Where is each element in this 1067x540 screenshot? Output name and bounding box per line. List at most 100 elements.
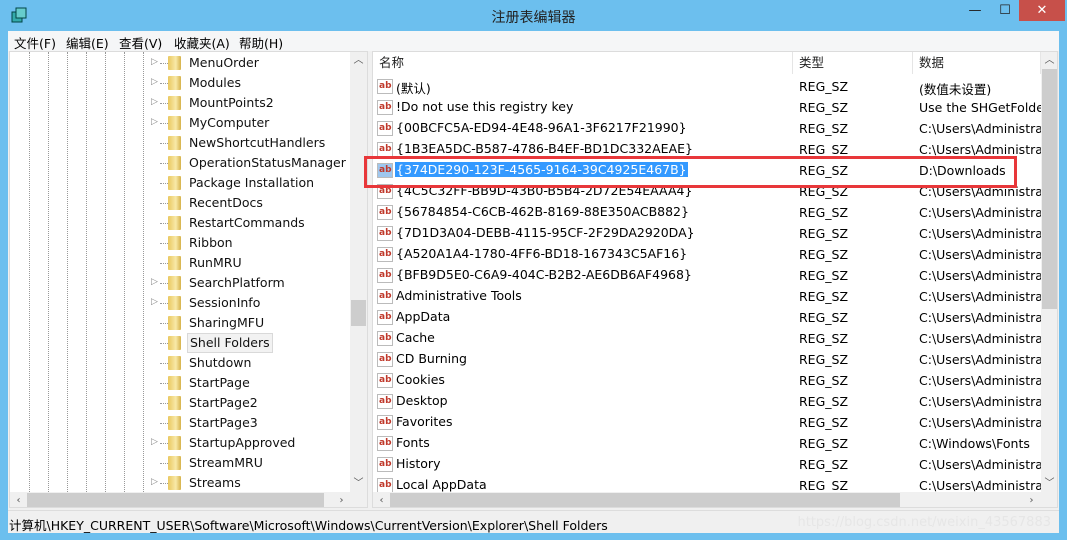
value-name: CD Burning <box>396 351 467 366</box>
column-header[interactable]: 类型 <box>793 52 913 74</box>
expand-arrow-icon[interactable]: ▷ <box>151 477 158 487</box>
tree-item[interactable]: ▷ MyComputer <box>10 113 350 133</box>
tree-item[interactable]: Shell Folders <box>10 333 350 353</box>
tree-vertical-scrollbar[interactable]: ︿ ﹀ <box>350 52 367 492</box>
tree-item[interactable]: ▷ MenuOrder <box>10 53 350 73</box>
tree-item[interactable]: RecentDocs <box>10 193 350 213</box>
table-row[interactable]: ab {A520A1A4-1780-4FF6-BD18-167343C5AF16}… <box>373 244 1041 265</box>
string-value-icon: ab <box>377 310 393 325</box>
table-row[interactable]: ab Fonts REG_SZ C:\Windows\Fonts <box>373 433 1041 454</box>
close-button[interactable]: ✕ <box>1019 0 1065 21</box>
table-row[interactable]: abDesktop REG_SZ C:\Users\Administrator <box>373 391 1041 412</box>
watermark: https://blog.csdn.net/weixin_43567883 <box>797 515 1051 530</box>
menu-3[interactable]: 收藏夹(A) <box>174 33 230 52</box>
table-row[interactable]: ab (默认) REG_SZ (数值未设置) <box>373 76 1041 97</box>
tree-item[interactable]: Shutdown <box>10 353 350 373</box>
value-name: {00BCFC5A-ED94-4E48-96A1-3F6217F21990} <box>396 120 687 135</box>
value-type: REG_SZ <box>799 352 849 367</box>
table-row[interactable]: abHistory REG_SZ C:\Users\Administrator <box>373 454 1041 475</box>
table-row[interactable]: abAppData REG_SZ C:\Users\Administrator <box>373 307 1041 328</box>
list-horizontal-scrollbar[interactable]: ‹ › <box>373 492 1057 507</box>
value-data: C:\Users\Administrator <box>919 352 1041 367</box>
scroll-right-icon[interactable]: › <box>1023 492 1040 507</box>
tree-item[interactable]: RestartCommands <box>10 213 350 233</box>
string-value-icon: ab <box>377 121 393 136</box>
tree-item[interactable]: Ribbon <box>10 233 350 253</box>
list-vertical-scrollbar[interactable]: ︿ ﹀ <box>1041 52 1057 492</box>
tree-item[interactable]: StartPage <box>10 373 350 393</box>
table-row[interactable]: abFavorites REG_SZ C:\Users\Administrator <box>373 412 1041 433</box>
scroll-thumb[interactable] <box>27 493 324 507</box>
tree-item[interactable]: SharingMFU <box>10 313 350 333</box>
scroll-up-icon[interactable]: ︿ <box>350 52 367 69</box>
tree-item[interactable]: OperationStatusManager <box>10 153 350 173</box>
value-data: C:\Users\Administrator <box>919 394 1041 409</box>
expand-arrow-icon[interactable]: ▷ <box>151 117 158 127</box>
tree-connector <box>160 303 168 304</box>
expand-arrow-icon[interactable]: ▷ <box>151 437 158 447</box>
tree-item[interactable]: ▷ Modules <box>10 73 350 93</box>
tree-item[interactable]: RunMRU <box>10 253 350 273</box>
tree-item[interactable]: StartPage3 <box>10 413 350 433</box>
table-row[interactable]: ab {BFB9D5E0-C6A9-404C-B2B2-AE6DB6AF4968}… <box>373 265 1041 286</box>
scroll-thumb[interactable] <box>351 300 366 326</box>
scroll-down-icon[interactable]: ﹀ <box>350 475 367 492</box>
tree-item[interactable]: ▷ Streams <box>10 473 350 493</box>
tree-connector <box>160 143 168 144</box>
scroll-left-icon[interactable]: ‹ <box>373 492 390 507</box>
registry-tree[interactable]: ▷ MenuOrder ▷ Modules ▷ MountPoints2 ▷ MyComput… <box>9 51 368 508</box>
tree-item[interactable]: ▷ SearchPlatform <box>10 273 350 293</box>
menu-2[interactable]: 查看(V) <box>119 33 162 52</box>
minimize-button[interactable]: — <box>960 0 990 21</box>
menu-1[interactable]: 编辑(E) <box>66 33 109 52</box>
table-row[interactable]: ab Administrative Tools REG_SZ C:\Users\Adm… <box>373 286 1041 307</box>
tree-item[interactable]: StartPage2 <box>10 393 350 413</box>
tree-item[interactable]: StreamMRU <box>10 453 350 473</box>
tree-item-label: StreamMRU <box>189 455 263 470</box>
tree-item[interactable]: ▷ SessionInfo <box>10 293 350 313</box>
table-row[interactable]: abCookies REG_SZ C:\Users\Administrator <box>373 370 1041 391</box>
menu-0[interactable]: 文件(F) <box>14 33 56 52</box>
table-row[interactable]: abCD Burning REG_SZ C:\Users\Administrator <box>373 349 1041 370</box>
string-value-icon: ab <box>377 268 393 283</box>
tree-item[interactable]: ▷ StartupApproved <box>10 433 350 453</box>
scroll-thumb[interactable] <box>1042 69 1057 309</box>
value-type: REG_SZ <box>799 79 849 94</box>
tree-connector <box>160 383 168 384</box>
folder-icon <box>168 236 181 250</box>
scroll-right-icon[interactable]: › <box>333 492 350 507</box>
expand-arrow-icon[interactable]: ▷ <box>151 97 158 107</box>
scroll-thumb[interactable] <box>390 493 900 507</box>
table-row[interactable]: ab {56784854-C6CB-462B-8169-88E350ACB882}… <box>373 202 1041 223</box>
column-header[interactable]: 名称 <box>373 52 793 74</box>
tree-connector <box>160 83 168 84</box>
value-name: {A520A1A4-1780-4FF6-BD18-167343C5AF16} <box>396 246 688 261</box>
folder-icon <box>168 116 181 130</box>
expand-arrow-icon[interactable]: ▷ <box>151 57 158 67</box>
tree-item[interactable]: NewShortcutHandlers <box>10 133 350 153</box>
table-row[interactable]: abCache REG_SZ C:\Users\Administrator <box>373 328 1041 349</box>
scroll-up-icon[interactable]: ︿ <box>1041 52 1057 69</box>
menu-4[interactable]: 帮助(H) <box>239 33 283 52</box>
folder-icon <box>168 156 181 170</box>
value-data: C:\Users\Administrator <box>919 289 1041 304</box>
expand-arrow-icon[interactable]: ▷ <box>151 277 158 287</box>
expand-arrow-icon[interactable]: ▷ <box>151 77 158 87</box>
table-row[interactable]: ab !Do not use this registry key REG_SZ Use… <box>373 97 1041 118</box>
expand-arrow-icon[interactable]: ▷ <box>151 297 158 307</box>
values-list[interactable]: 名称 类型 数据 ab (默认) REG_SZ (数值未设置) ab !Do not use t… <box>372 51 1058 508</box>
folder-icon <box>168 416 181 430</box>
table-row[interactable]: ab {00BCFC5A-ED94-4E48-96A1-3F6217F21990}… <box>373 118 1041 139</box>
tree-item[interactable]: Package Installation <box>10 173 350 193</box>
tree-horizontal-scrollbar[interactable]: ‹ › <box>10 492 367 507</box>
folder-icon <box>168 356 181 370</box>
maximize-button[interactable]: ☐ <box>990 0 1020 21</box>
tree-item-label: SessionInfo <box>189 295 261 310</box>
scroll-left-icon[interactable]: ‹ <box>10 492 27 507</box>
tree-connector <box>160 163 168 164</box>
scroll-down-icon[interactable]: ﹀ <box>1041 475 1057 492</box>
folder-icon <box>168 316 181 330</box>
column-header[interactable]: 数据 <box>913 52 1041 74</box>
table-row[interactable]: ab {7D1D3A04-DEBB-4115-95CF-2F29DA2920DA}… <box>373 223 1041 244</box>
tree-item[interactable]: ▷ MountPoints2 <box>10 93 350 113</box>
